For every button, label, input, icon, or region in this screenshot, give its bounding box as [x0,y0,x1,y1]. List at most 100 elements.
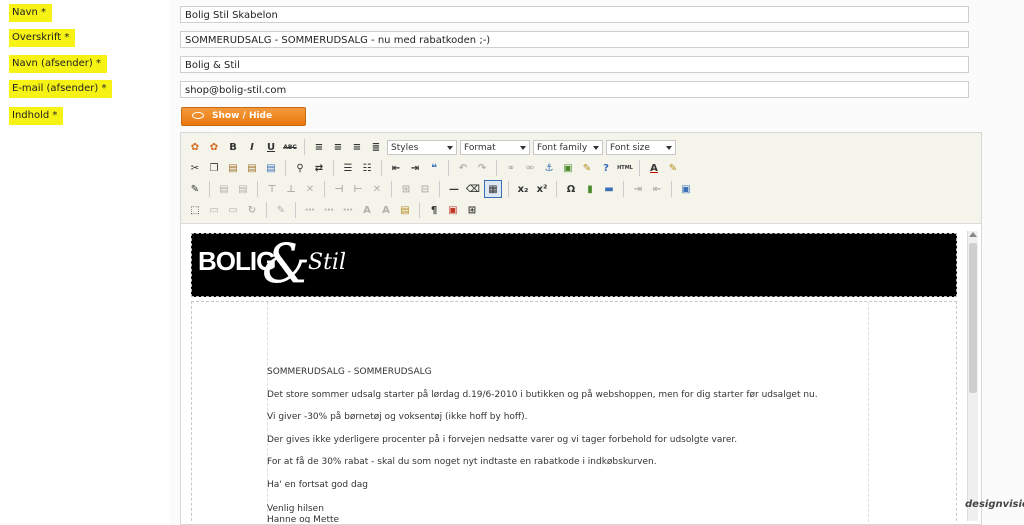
italic-button[interactable]: I [244,139,260,155]
attribs-icon[interactable]: ▤ [397,202,413,218]
table-row-props-icon[interactable]: ▤ [216,181,232,197]
chevron-down-icon [593,145,599,150]
label-subject: Overskrift * [9,29,76,47]
paste-text-icon[interactable]: ▤ [244,160,260,176]
table-edit-icon[interactable]: ✎ [187,181,203,197]
blockquote-icon[interactable]: ❝ [426,160,442,176]
anchor-icon[interactable]: ⚓ [541,160,557,176]
subscript-icon[interactable]: x₂ [515,181,531,197]
merge-cells-icon[interactable]: ⊟ [417,181,433,197]
chevron-down-icon [666,145,672,150]
underline-button[interactable]: U [263,139,279,155]
insert-col-after-icon[interactable]: ⊢ [350,181,366,197]
visual-aid-icon[interactable]: ▦ [484,180,502,198]
move-forward-icon[interactable]: ▭ [206,202,222,218]
paste-word-icon[interactable]: ▤ [263,160,279,176]
separator [448,160,449,176]
delete-col-icon[interactable]: ✕ [369,181,385,197]
ltr-icon[interactable]: ⇥ [630,181,646,197]
styles-select-label: Styles [391,142,419,153]
undo-icon[interactable]: ↶ [455,160,471,176]
insert-row-before-icon[interactable]: ⊤ [264,181,280,197]
font-size-select[interactable]: Font size [606,139,676,155]
remove-format-icon[interactable]: ⌫ [465,181,481,197]
media-icon[interactable]: ▮ [582,181,598,197]
cleanup-icon[interactable]: ✎ [579,160,595,176]
show-blocks-button[interactable]: ¶ [426,202,442,218]
page-break-icon[interactable]: ⊞ [464,202,480,218]
styles-select[interactable]: Styles [387,139,457,155]
special-char-button[interactable]: Ω [563,181,579,197]
brand-banner: BOLIG & Stil [191,233,957,297]
find-icon[interactable]: ⚲ [292,160,308,176]
move-backward-icon[interactable]: ▭ [225,202,241,218]
sender-name-field[interactable]: Bolig & Stil [180,56,969,73]
sender-email-field[interactable]: shop@bolig-stil.com [180,81,969,98]
indent-icon[interactable]: ⇥ [407,160,423,176]
template-icon[interactable]: ▣ [445,202,461,218]
new-document-icon[interactable]: ✿ [206,139,222,155]
html-source-button[interactable]: HTML [617,160,633,176]
editor-content-area[interactable]: BOLIG & Stil SOMMERUDSALG - SOMMERUDSALG… [189,231,959,523]
cite-icon[interactable]: ⋯ [302,202,318,218]
format-select-label: Format [464,142,496,153]
bold-button[interactable]: B [225,139,241,155]
paste-icon[interactable]: ▤ [225,160,241,176]
copy-icon[interactable]: ❐ [206,160,222,176]
insert-col-before-icon[interactable]: ⊣ [331,181,347,197]
show-hide-editor-button[interactable]: Show / Hide Editor [181,107,306,138]
abbr-icon[interactable]: ⋯ [321,202,337,218]
insert-row-after-icon[interactable]: ⊥ [283,181,299,197]
cut-icon[interactable]: ✂ [187,160,203,176]
fullscreen-icon[interactable]: ▣ [678,181,694,197]
image-icon[interactable]: ▣ [560,160,576,176]
superscript-icon[interactable]: x² [534,181,550,197]
format-select[interactable]: Format [460,139,530,155]
toolbar-row-4: ⬚ ▭ ▭ ↻ ✎ ⋯ ⋯ ⋯ A A ▤ ¶ ▣ ⊞ [187,200,480,220]
rich-text-editor: ✿ ✿ B I U ABC ≡ ≡ ≡ ≣ Styles Format Font… [180,132,982,525]
align-center-icon[interactable]: ≡ [330,139,346,155]
message-heading: SOMMERUDSALG - SOMMERUDSALG [267,367,432,377]
separator [508,181,509,197]
styleprops-icon[interactable]: ✎ [273,202,289,218]
subject-field[interactable]: SOMMERUDSALG - SOMMERUDSALG - nu med rab… [180,31,969,48]
redo-icon[interactable]: ↷ [474,160,490,176]
separator [266,202,267,218]
separator [496,160,497,176]
flash-icon[interactable]: ▬ [601,181,617,197]
help-icon[interactable]: ? [598,160,614,176]
numbered-list-icon[interactable]: ☷ [359,160,375,176]
scroll-up-icon[interactable] [969,232,977,237]
replace-icon[interactable]: ⇄ [311,160,327,176]
insert-layer-icon[interactable]: ⬚ [187,202,203,218]
chevron-down-icon [447,145,453,150]
bullet-list-icon[interactable]: ☰ [340,160,356,176]
name-field[interactable]: Bolig Stil Skabelon [180,6,969,23]
absolute-icon[interactable]: ↻ [244,202,260,218]
strikethrough-button[interactable]: ABC [282,139,298,155]
ins-icon[interactable]: A [378,202,394,218]
align-right-icon[interactable]: ≡ [349,139,365,155]
text-color-icon[interactable]: A [646,160,662,176]
font-family-select-label: Font family [537,142,588,153]
acronym-icon[interactable]: ⋯ [340,202,356,218]
delete-row-icon[interactable]: ✕ [302,181,318,197]
save-icon[interactable]: ✿ [187,139,203,155]
message-line: Der gives ikke yderligere procenter på i… [267,435,738,445]
link-icon[interactable]: ⚭ [503,160,519,176]
del-icon[interactable]: A [359,202,375,218]
editor-scrollbar[interactable] [967,231,978,521]
table-cell-props-icon[interactable]: ▤ [235,181,251,197]
chevron-down-icon [520,145,526,150]
separator [295,202,296,218]
align-justify-icon[interactable]: ≣ [368,139,384,155]
outdent-icon[interactable]: ⇤ [388,160,404,176]
font-family-select[interactable]: Font family [533,139,603,155]
unlink-icon[interactable]: ⚮ [522,160,538,176]
horizontal-rule-icon[interactable]: — [446,181,462,197]
align-left-icon[interactable]: ≡ [311,139,327,155]
rtl-icon[interactable]: ⇤ [649,181,665,197]
split-cells-icon[interactable]: ⊞ [398,181,414,197]
background-color-icon[interactable]: ✎ [665,160,681,176]
scroll-thumb[interactable] [969,243,977,393]
